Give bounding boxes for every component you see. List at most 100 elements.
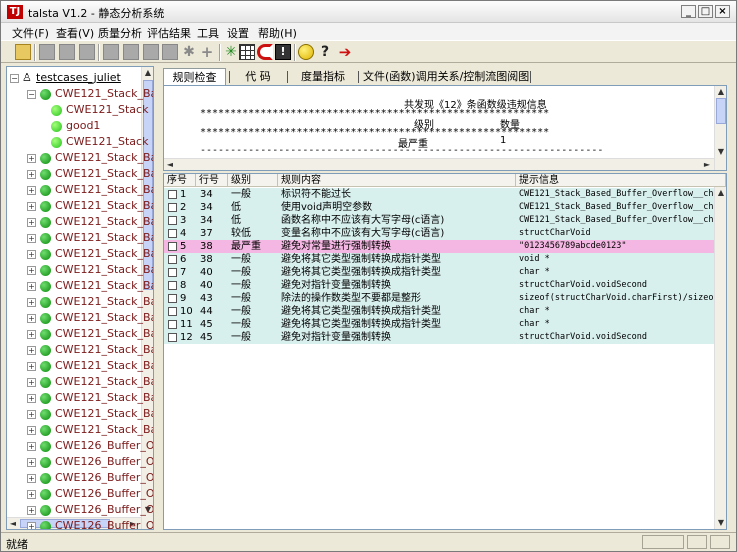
magnet-icon[interactable] bbox=[257, 44, 273, 60]
expand-icon[interactable]: + bbox=[27, 330, 36, 339]
column-header-rule[interactable]: 规则内容 bbox=[278, 174, 516, 187]
table-row[interactable]: 8 40 一般 避免对指针变量强制转换 structCharVoid.voidSecon… bbox=[164, 279, 714, 292]
expand-icon[interactable]: + bbox=[27, 218, 36, 227]
circle-icon[interactable] bbox=[298, 44, 314, 60]
table-row[interactable]: 11 45 一般 避免将其它类型强制转换成指针类型 char * bbox=[164, 318, 714, 331]
open-folder-icon[interactable] bbox=[15, 44, 31, 60]
tab-call-graph[interactable]: 文件(函数)调用关系/控制流图阅图 bbox=[363, 68, 529, 85]
table-row[interactable]: 2 34 低 使用void声明空参数 CWE121_Stack_Based_Buffer… bbox=[164, 201, 714, 214]
column-header-level[interactable]: 级别 bbox=[228, 174, 278, 187]
grid-icon[interactable] bbox=[239, 44, 255, 60]
scroll-right-icon[interactable]: ► bbox=[702, 159, 712, 170]
table-row[interactable]: 10 44 一般 避免将其它类型强制转换成指针类型 char * bbox=[164, 305, 714, 318]
expand-icon[interactable]: + bbox=[27, 506, 36, 515]
tab-rule-check[interactable]: 规则检查 bbox=[163, 68, 226, 85]
list-icon[interactable] bbox=[103, 44, 119, 60]
minimize-button[interactable]: _ bbox=[681, 5, 696, 18]
scroll-up-icon[interactable]: ▲ bbox=[716, 86, 726, 98]
row-checkbox[interactable] bbox=[168, 242, 177, 251]
scroll-up-icon[interactable]: ▲ bbox=[143, 67, 153, 79]
column-header-hint[interactable]: 提示信息 bbox=[516, 174, 726, 187]
run-arrow-icon[interactable]: ➔ bbox=[337, 44, 353, 60]
row-checkbox[interactable] bbox=[168, 203, 177, 212]
column-header-no[interactable]: 序号 bbox=[164, 174, 196, 187]
info-icon[interactable]: ! bbox=[275, 44, 291, 60]
table-vertical-scrollbar[interactable]: ▲ ▼ bbox=[714, 187, 726, 529]
expand-icon[interactable]: + bbox=[27, 202, 36, 211]
graph-icon[interactable]: ✳ bbox=[223, 44, 239, 60]
edit-icon[interactable] bbox=[79, 44, 95, 60]
expand-icon[interactable]: + bbox=[27, 442, 36, 451]
tab-metrics[interactable]: 度量指标 bbox=[291, 68, 355, 85]
expand-icon[interactable]: + bbox=[27, 282, 36, 291]
expand-icon[interactable]: + bbox=[27, 234, 36, 243]
row-checkbox[interactable] bbox=[168, 229, 177, 238]
expand-icon[interactable]: + bbox=[27, 266, 36, 275]
maximize-button[interactable]: □ bbox=[698, 5, 713, 18]
close-button[interactable]: × bbox=[715, 5, 730, 18]
menu-view[interactable]: 查看(V) bbox=[56, 25, 94, 41]
row-checkbox[interactable] bbox=[168, 320, 177, 329]
expand-icon[interactable]: + bbox=[27, 250, 36, 259]
expand-icon[interactable]: + bbox=[27, 186, 36, 195]
summary-horizontal-scrollbar[interactable]: ◄ ► bbox=[164, 158, 714, 170]
expand-icon[interactable]: + bbox=[27, 378, 36, 387]
expand-icon[interactable]: + bbox=[27, 314, 36, 323]
summary-vertical-scrollbar[interactable]: ▲ ▼ bbox=[714, 86, 726, 170]
menu-evaluation-results[interactable]: 评估结果 bbox=[147, 25, 191, 41]
collapse-icon[interactable]: − bbox=[10, 74, 19, 83]
expand-icon[interactable]: + bbox=[27, 490, 36, 499]
expand-icon[interactable]: + bbox=[27, 426, 36, 435]
expand-icon[interactable]: + bbox=[27, 410, 36, 419]
expand-icon[interactable]: + bbox=[27, 362, 36, 371]
help-icon[interactable]: ? bbox=[317, 44, 333, 60]
save-icon[interactable] bbox=[39, 44, 55, 60]
scroll-down-icon[interactable]: ▼ bbox=[716, 146, 726, 158]
menu-file[interactable]: 文件(F) bbox=[12, 25, 49, 41]
scroll-left-icon[interactable]: ◄ bbox=[165, 159, 175, 170]
menu-quality-analysis[interactable]: 质量分析 bbox=[98, 25, 142, 41]
collapse-icon[interactable]: − bbox=[27, 90, 36, 99]
project-tree[interactable]: − ♙ testcases_juliet ▲ ▼ ◄ ► − CWE121_Sta… bbox=[6, 66, 154, 530]
copy-icon[interactable] bbox=[162, 44, 178, 60]
menu-tools[interactable]: 工具 bbox=[197, 25, 219, 41]
scroll-left-icon[interactable]: ◄ bbox=[8, 518, 18, 529]
menu-settings[interactable]: 设置 bbox=[227, 25, 249, 41]
add-icon[interactable]: + bbox=[199, 44, 215, 60]
row-checkbox[interactable] bbox=[168, 268, 177, 277]
row-checkbox[interactable] bbox=[168, 307, 177, 316]
tools-icon[interactable]: ✱ bbox=[181, 44, 197, 60]
menu-help[interactable]: 帮助(H) bbox=[258, 25, 297, 41]
expand-icon[interactable]: + bbox=[27, 170, 36, 179]
expand-icon[interactable]: + bbox=[27, 154, 36, 163]
row-checkbox[interactable] bbox=[168, 255, 177, 264]
tab-code[interactable]: 代 码 bbox=[233, 68, 283, 85]
export-icon[interactable] bbox=[59, 44, 75, 60]
table-row[interactable]: 1 34 一般 标识符不能过长 CWE121_Stack_Based_Buffer_Ov… bbox=[164, 188, 714, 201]
tree-item-label: CWE121_Stack_Ba bbox=[55, 343, 154, 356]
table-row[interactable]: 4 37 较低 变量名称中不应该有大写字母(c语言) structCharVoid bbox=[164, 227, 714, 240]
row-checkbox[interactable] bbox=[168, 281, 177, 290]
table-icon[interactable] bbox=[123, 44, 139, 60]
expand-icon[interactable]: + bbox=[27, 522, 36, 529]
expand-icon[interactable]: + bbox=[27, 346, 36, 355]
stack-icon[interactable] bbox=[143, 44, 159, 60]
scroll-down-icon[interactable]: ▼ bbox=[716, 517, 726, 529]
expand-icon[interactable]: + bbox=[27, 394, 36, 403]
table-row[interactable]: 5 38 最严重 避免对常量进行强制转换 "0123456789abcde0123" bbox=[164, 240, 714, 253]
row-checkbox[interactable] bbox=[168, 294, 177, 303]
table-row[interactable]: 7 40 一般 避免将其它类型强制转换成指针类型 char * bbox=[164, 266, 714, 279]
row-checkbox[interactable] bbox=[168, 333, 177, 342]
expand-icon[interactable]: + bbox=[27, 474, 36, 483]
row-checkbox[interactable] bbox=[168, 216, 177, 225]
expand-icon[interactable]: + bbox=[27, 458, 36, 467]
table-row[interactable]: 9 43 一般 除法的操作数类型不要都是整形 sizeof(structCharVoid… bbox=[164, 292, 714, 305]
table-row[interactable]: 3 34 低 函数名称中不应该有大写字母(c语言) CWE121_Stack_Based… bbox=[164, 214, 714, 227]
row-checkbox[interactable] bbox=[168, 190, 177, 199]
table-row[interactable]: 6 38 一般 避免将其它类型强制转换成指针类型 void * bbox=[164, 253, 714, 266]
expand-icon[interactable]: + bbox=[27, 298, 36, 307]
scroll-up-icon[interactable]: ▲ bbox=[716, 187, 726, 199]
column-header-line[interactable]: 行号 bbox=[196, 174, 228, 187]
summary-scroll-thumb[interactable] bbox=[716, 98, 726, 124]
table-row[interactable]: 12 45 一般 避免对指针变量强制转换 structCharVoid.voidSeco… bbox=[164, 331, 714, 344]
